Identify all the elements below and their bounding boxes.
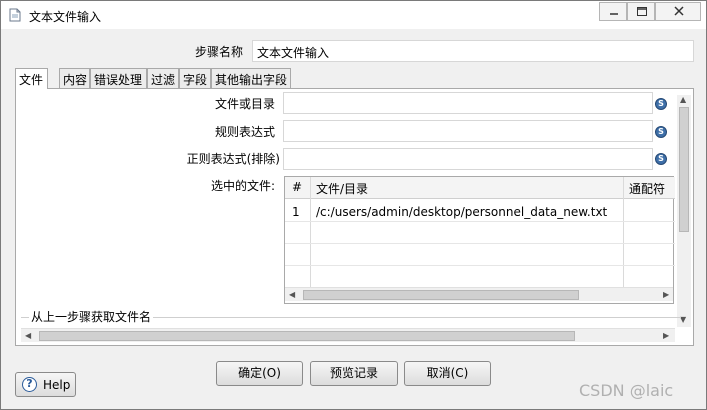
row-divider [285, 221, 675, 222]
table-header: # 文件/目录 通配符 [285, 177, 675, 199]
variable-icon[interactable]: S [655, 126, 667, 138]
close-button[interactable] [655, 2, 701, 21]
row-file-path[interactable]: /c:/users/admin/desktop/personnel_data_n… [316, 205, 607, 219]
panel-vertical-scrollbar[interactable]: ▲ ▼ [677, 95, 691, 327]
scrollbar-thumb[interactable] [303, 290, 579, 300]
watermark: CSDN @laic [579, 381, 674, 400]
tab-error-handling[interactable]: 错误处理 [90, 68, 147, 88]
column-divider [310, 177, 311, 287]
dialog-window: 文本文件输入 步骤名称 文本文件输入 文件 内容 错误处理 过滤 字段 其他输出… [0, 0, 707, 410]
close-icon [674, 6, 684, 16]
scroll-up-arrow-icon[interactable]: ▲ [680, 95, 686, 104]
variable-icon[interactable]: S [655, 153, 667, 165]
panel-horizontal-scrollbar[interactable]: ◀ ▶ [21, 328, 675, 342]
tab-filter[interactable]: 过滤 [147, 68, 179, 88]
minimize-button[interactable] [599, 2, 627, 21]
document-icon [9, 8, 21, 22]
regex-exclude-label: 正则表达式(排除) [186, 152, 280, 166]
step-name-label: 步骤名称 [194, 45, 243, 59]
tab-fields[interactable]: 字段 [179, 68, 211, 88]
tab-additional-output-fields[interactable]: 其他输出字段 [211, 68, 291, 88]
help-label: Help [43, 378, 71, 392]
scroll-right-arrow-icon[interactable]: ▶ [663, 331, 669, 340]
cancel-button[interactable]: 取消(C) [404, 361, 491, 386]
tab-content[interactable]: 内容 [59, 68, 90, 88]
help-icon: ? [22, 377, 37, 392]
maximize-icon [637, 7, 647, 16]
file-or-dir-label: 文件或目录 [214, 97, 275, 111]
row-divider [285, 243, 675, 244]
table-horizontal-scrollbar[interactable]: ◀ ▶ [285, 287, 673, 301]
help-button[interactable]: ? Help [15, 372, 76, 397]
tab-file[interactable]: 文件 [15, 68, 48, 89]
prev-step-group-title: 从上一步骤获取文件名 [29, 308, 154, 325]
preview-button[interactable]: 预览记录 [310, 361, 398, 386]
file-or-dir-field[interactable] [283, 92, 653, 114]
selected-files-label: 选中的文件: [210, 179, 275, 193]
column-header-file-dir[interactable]: 文件/目录 [316, 180, 368, 197]
regex-label: 规则表达式 [214, 125, 275, 139]
window-title: 文本文件输入 [29, 10, 102, 24]
scroll-left-arrow-icon[interactable]: ◀ [25, 331, 31, 340]
selected-files-table[interactable]: # 文件/目录 通配符 1 /c:/users/admin/desktop/pe… [284, 176, 675, 304]
row-divider [285, 265, 675, 266]
column-divider [623, 177, 624, 287]
scroll-right-arrow-icon[interactable]: ▶ [663, 290, 669, 299]
row-number: 1 [292, 205, 300, 219]
regex-field[interactable] [283, 120, 653, 142]
column-header-wildcard[interactable]: 通配符 [629, 180, 665, 197]
scroll-left-arrow-icon[interactable]: ◀ [289, 290, 295, 299]
minimize-icon [610, 13, 618, 15]
maximize-button[interactable] [627, 2, 655, 21]
variable-icon[interactable]: S [655, 98, 667, 110]
scrollbar-thumb[interactable] [679, 107, 689, 232]
scrollbar-thumb[interactable] [39, 331, 575, 341]
step-name-field[interactable]: 文本文件输入 [252, 40, 694, 62]
title-bar: 文本文件输入 [1, 1, 706, 29]
regex-exclude-field[interactable] [283, 148, 653, 170]
column-header-number[interactable]: # [292, 180, 302, 194]
ok-button[interactable]: 确定(O) [216, 361, 303, 386]
